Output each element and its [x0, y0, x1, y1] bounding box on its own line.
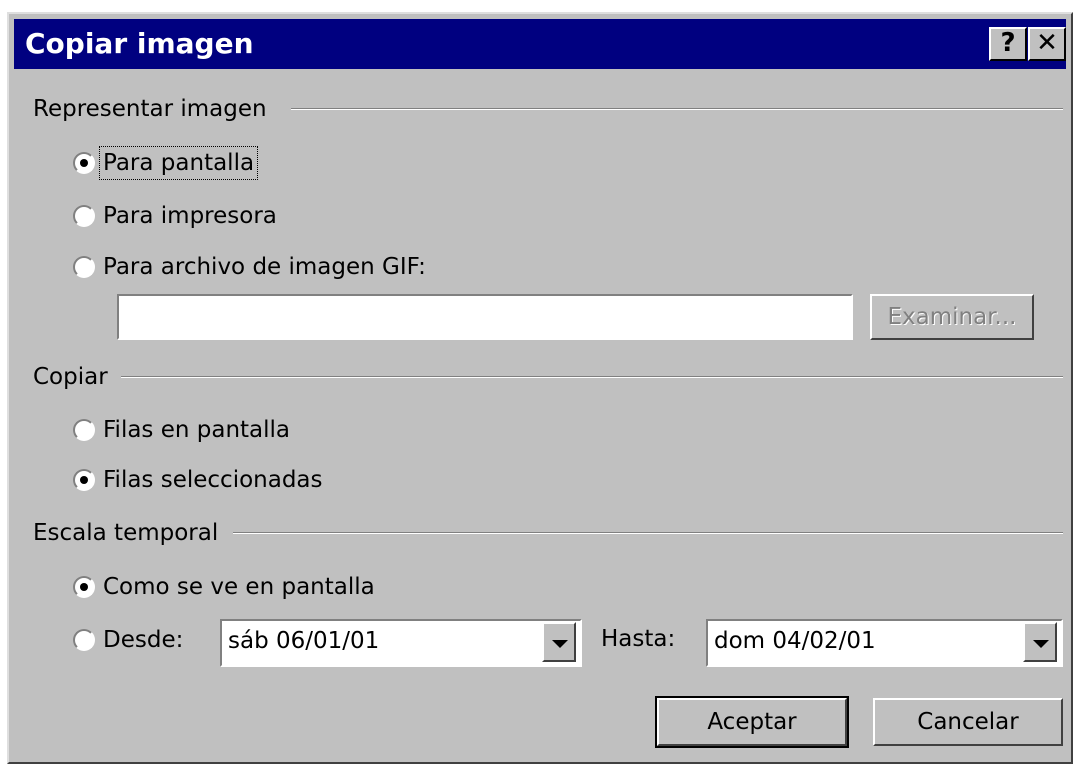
dialog-title: Copiar imagen [25, 27, 254, 60]
copy-group-rule [121, 376, 1063, 378]
to-date-dropdown-button[interactable] [1023, 622, 1057, 662]
radio-indicator-selected [73, 469, 95, 491]
radio-indicator [73, 419, 95, 441]
chevron-down-icon [552, 640, 568, 648]
gif-file-path-input[interactable] [117, 294, 853, 340]
option-label: Filas en pantalla [103, 417, 291, 443]
radio-como-se-ve[interactable]: Como se ve en pantalla [73, 574, 375, 600]
to-date-label: Hasta: [601, 626, 676, 652]
option-label: Para impresora [103, 203, 277, 229]
help-icon: ? [1000, 28, 1016, 58]
represent-group-rule [291, 108, 1063, 110]
cancel-button[interactable]: Cancelar [873, 698, 1063, 746]
ok-button[interactable]: Aceptar [655, 696, 849, 748]
to-date-combobox[interactable]: dom 04/02/01 [706, 619, 1063, 667]
to-date-value: dom 04/02/01 [714, 628, 876, 654]
option-label: Para archivo de imagen GIF: [103, 254, 426, 280]
option-label: Filas seleccionadas [103, 467, 323, 493]
close-button[interactable]: ✕ [1028, 27, 1066, 61]
radio-indicator-selected [73, 576, 95, 598]
copy-group-legend: Copiar [33, 364, 118, 390]
timescale-group-legend: Escala temporal [33, 520, 229, 546]
radio-para-archivo-gif[interactable]: Para archivo de imagen GIF: [73, 254, 426, 280]
radio-filas-en-pantalla[interactable]: Filas en pantalla [73, 417, 290, 443]
from-date-value: sáb 06/01/01 [228, 628, 380, 654]
from-date-combobox[interactable]: sáb 06/01/01 [220, 619, 582, 667]
radio-para-impresora[interactable]: Para impresora [73, 203, 277, 229]
chevron-down-icon [1033, 640, 1049, 648]
radio-indicator [73, 256, 95, 278]
radio-indicator [73, 205, 95, 227]
radio-indicator [73, 629, 95, 651]
option-label: Como se ve en pantalla [103, 574, 375, 600]
radio-filas-seleccionadas[interactable]: Filas seleccionadas [73, 467, 323, 493]
radio-para-pantalla[interactable]: Para pantalla [73, 146, 259, 180]
represent-group-legend: Representar imagen [33, 96, 277, 122]
browse-button[interactable]: Examinar... [870, 294, 1034, 340]
timescale-group-rule [233, 532, 1063, 534]
help-button[interactable]: ? [989, 27, 1027, 61]
option-label: Para pantalla [98, 146, 259, 180]
radio-indicator-selected [73, 152, 95, 174]
from-date-dropdown-button[interactable] [542, 622, 576, 662]
close-icon: ✕ [1036, 28, 1058, 58]
copy-image-dialog: Copiar imagen ? ✕ Representar imagen Par… [7, 12, 1073, 764]
option-label: Desde: [103, 627, 184, 653]
title-bar: Copiar imagen ? ✕ [14, 19, 1066, 69]
radio-desde[interactable]: Desde: [73, 627, 183, 653]
